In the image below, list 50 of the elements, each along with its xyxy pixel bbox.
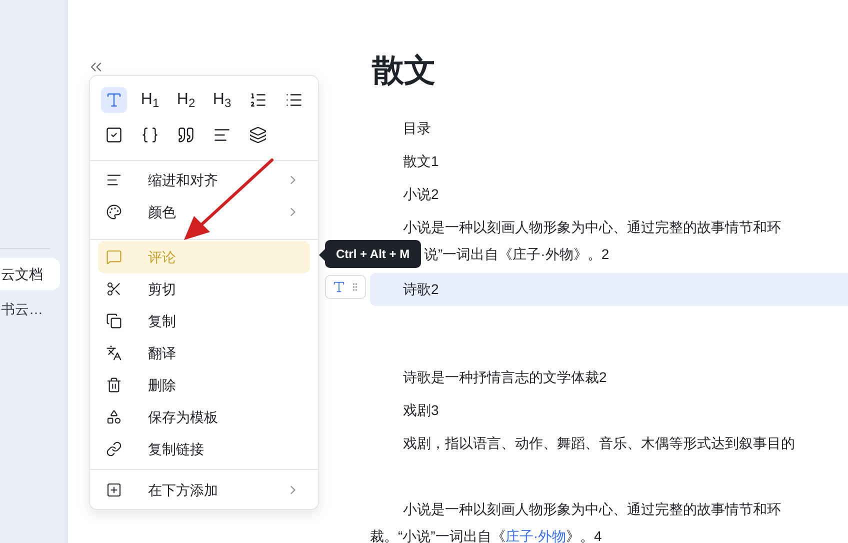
- menu-item[interactable]: 在下方添加: [98, 474, 310, 506]
- block-handle[interactable]: [325, 275, 366, 299]
- menu-item[interactable]: 缩进和对齐: [98, 164, 310, 196]
- heading-button[interactable]: H$_{2}$: [173, 87, 199, 113]
- menu-item[interactable]: 复制: [98, 305, 310, 337]
- comment-icon: [106, 249, 122, 265]
- menu-item[interactable]: 剪切: [98, 273, 310, 305]
- paragraph-text: 诗歌2: [403, 281, 439, 297]
- menu-item[interactable]: 复制链接: [98, 433, 310, 465]
- heading-button[interactable]: H$_{1}$: [137, 87, 163, 113]
- menu-item[interactable]: 删除: [98, 369, 310, 401]
- sidebar-item[interactable]: 云文档: [0, 258, 60, 290]
- text-button[interactable]: [101, 87, 127, 113]
- tooltip: Ctrl + Alt + M: [325, 240, 421, 268]
- paragraph-text: 小说是一种以刻画人物形象为中心、通过完整的故事情节和环: [403, 219, 781, 235]
- menu-item[interactable]: 颜色: [98, 196, 310, 228]
- menu-item[interactable]: 翻译: [98, 337, 310, 369]
- paragraph-text: 散文1: [403, 153, 439, 169]
- paragraph-text: 诗歌是一种抒情言志的文学体裁2: [403, 369, 607, 385]
- paragraph-text: 说”一词出自《庄子·外物》。2: [424, 246, 610, 262]
- shapes-icon: [106, 409, 122, 425]
- tooltip-pointer: [319, 249, 325, 261]
- paragraph-text: 小说2: [403, 186, 439, 202]
- link[interactable]: 庄子·外物: [505, 528, 566, 543]
- align-icon: [106, 172, 122, 188]
- paragraph-text: 》。4: [566, 528, 602, 543]
- link-icon: [106, 441, 122, 457]
- document-title: 散文: [372, 51, 436, 90]
- heading-button[interactable]: H$_{3}$: [209, 87, 235, 113]
- add-icon: [106, 482, 122, 498]
- menu-item[interactable]: 保存为模板: [98, 401, 310, 433]
- copy-icon: [106, 313, 122, 329]
- paragraph-text: 戏剧3: [403, 402, 439, 418]
- paragraph-text: 裁。“小说”一词出自《: [370, 528, 506, 543]
- palette-icon: [106, 204, 122, 220]
- bullet-list-icon: [285, 91, 303, 109]
- paragraph-text: 小说是一种以刻画人物形象为中心、通过完整的故事情节和环: [403, 501, 781, 517]
- layers-icon: [249, 126, 267, 144]
- checkbox-icon: [105, 126, 123, 144]
- paragraph-text: 目录: [403, 120, 431, 136]
- trash-icon: [106, 377, 122, 393]
- braces-icon: [141, 126, 159, 144]
- translate-icon: [106, 345, 122, 361]
- text-icon: [332, 280, 346, 294]
- paragraph-text: 戏剧，指以语言、动作、舞蹈、音乐、木偶等形式达到叙事目的: [403, 435, 795, 451]
- scissors-icon: [106, 281, 122, 297]
- quote-icon: [177, 126, 195, 144]
- text-icon: [105, 91, 123, 109]
- ordered-list-icon: [249, 91, 267, 109]
- sidebar-item[interactable]: 书云…: [0, 293, 60, 325]
